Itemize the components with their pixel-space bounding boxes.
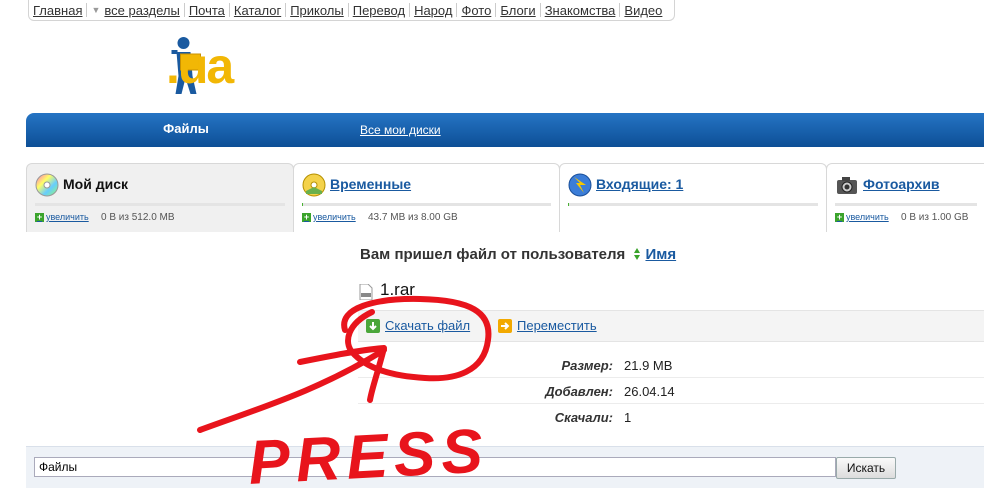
section-bar: Файлы Все мои диски <box>26 113 984 147</box>
files-section-label: Файлы <box>163 121 209 136</box>
usage-bar <box>302 203 551 206</box>
tab-temporary[interactable]: Временные + увеличить 43.7 MB из 8.00 GB <box>293 163 560 232</box>
usage-bar <box>835 203 977 206</box>
plus-icon: + <box>302 211 311 222</box>
disk-tabs: Мой диск + увеличить 0 В из 512.0 MB Врем… <box>26 163 984 233</box>
nav-translate[interactable]: Перевод <box>349 3 409 18</box>
all-disks-link[interactable]: Все мои диски <box>360 123 441 137</box>
tab-title: Входящие: 1 <box>596 176 684 192</box>
nav-dating[interactable]: Знакомства <box>541 3 620 18</box>
tab-title: Фотоархив <box>863 176 940 192</box>
file-name: 1.rar <box>380 280 415 299</box>
usage-text: 0 В из 512.0 MB <box>101 212 175 223</box>
move-file-button[interactable]: Переместить <box>498 318 597 333</box>
tab-inbox[interactable]: Входящие: 1 <box>559 163 827 232</box>
nav-video[interactable]: Видео <box>620 3 666 18</box>
rar-file-icon <box>359 284 373 300</box>
tab-photo-archive[interactable]: Фотоархив + увеличить 0 В из 1.00 GB <box>826 163 984 232</box>
arrow-shaft <box>197 347 387 433</box>
nav-all-sections[interactable]: все разделы <box>100 3 183 18</box>
meta-value: 26.04.14 <box>624 384 675 399</box>
nav-photo[interactable]: Фото <box>457 3 495 18</box>
chevron-down-icon[interactable]: ▼ <box>91 5 100 15</box>
inbox-disc-icon <box>568 173 592 197</box>
disc-icon <box>35 173 59 197</box>
search-bar: Искать <box>26 446 984 488</box>
heading-text: Вам пришел файл от пользователя <box>360 246 626 263</box>
file-actions-bar: Скачать файл Переместить <box>358 310 984 342</box>
nav-separator <box>86 3 88 17</box>
meta-key: Добавлен: <box>545 384 613 399</box>
usage-text: 43.7 MB из 8.00 GB <box>368 212 458 223</box>
nav-blogs[interactable]: Блоги <box>496 3 539 18</box>
temp-disc-icon <box>302 173 326 197</box>
tab-title: Мой диск <box>63 176 128 192</box>
logo-text: .ua <box>166 38 234 94</box>
nav-narod[interactable]: Народ <box>410 3 456 18</box>
meta-size-row: Размер: 21.9 MB <box>358 352 984 378</box>
download-file-button[interactable]: Скачать файл <box>366 318 470 333</box>
usage-text: 0 В из 1.00 GB <box>901 212 969 223</box>
plus-icon: + <box>835 211 844 222</box>
nav-catalog[interactable]: Каталог <box>230 3 285 18</box>
meta-key: Скачали: <box>554 410 613 425</box>
camera-icon <box>837 177 857 194</box>
tab-title: Временные <box>330 176 412 192</box>
meta-key: Размер: <box>561 358 613 373</box>
nav-mail[interactable]: Почта <box>185 3 229 18</box>
meta-downloads-row: Скачали: 1 <box>358 404 984 429</box>
meta-value: 21.9 MB <box>624 358 673 373</box>
enlarge-link[interactable]: + увеличить <box>835 212 889 222</box>
user-icon <box>634 248 641 260</box>
nav-jokes[interactable]: Приколы <box>286 3 348 18</box>
enlarge-link[interactable]: + увеличить <box>35 212 89 222</box>
usage-bar <box>35 203 285 206</box>
download-icon <box>366 318 380 333</box>
enlarge-link[interactable]: + увеличить <box>302 212 356 222</box>
tab-my-disk[interactable]: Мой диск + увеличить 0 В из 512.0 MB <box>26 163 294 232</box>
search-input[interactable] <box>34 457 836 477</box>
meta-added-row: Добавлен: 26.04.14 <box>358 378 984 404</box>
search-button[interactable]: Искать <box>836 457 896 479</box>
sender-user-link[interactable]: Имя <box>645 246 676 263</box>
move-arrow-icon <box>498 318 512 333</box>
page-title: Вам пришел файл от пользователя Имя <box>360 246 676 263</box>
plus-icon: + <box>35 211 44 222</box>
meta-value: 1 <box>624 410 632 425</box>
top-navigation: Главная ▼ все разделы Почта Каталог Прик… <box>28 0 675 21</box>
usage-bar <box>568 203 818 206</box>
nav-main[interactable]: Главная <box>29 3 86 18</box>
